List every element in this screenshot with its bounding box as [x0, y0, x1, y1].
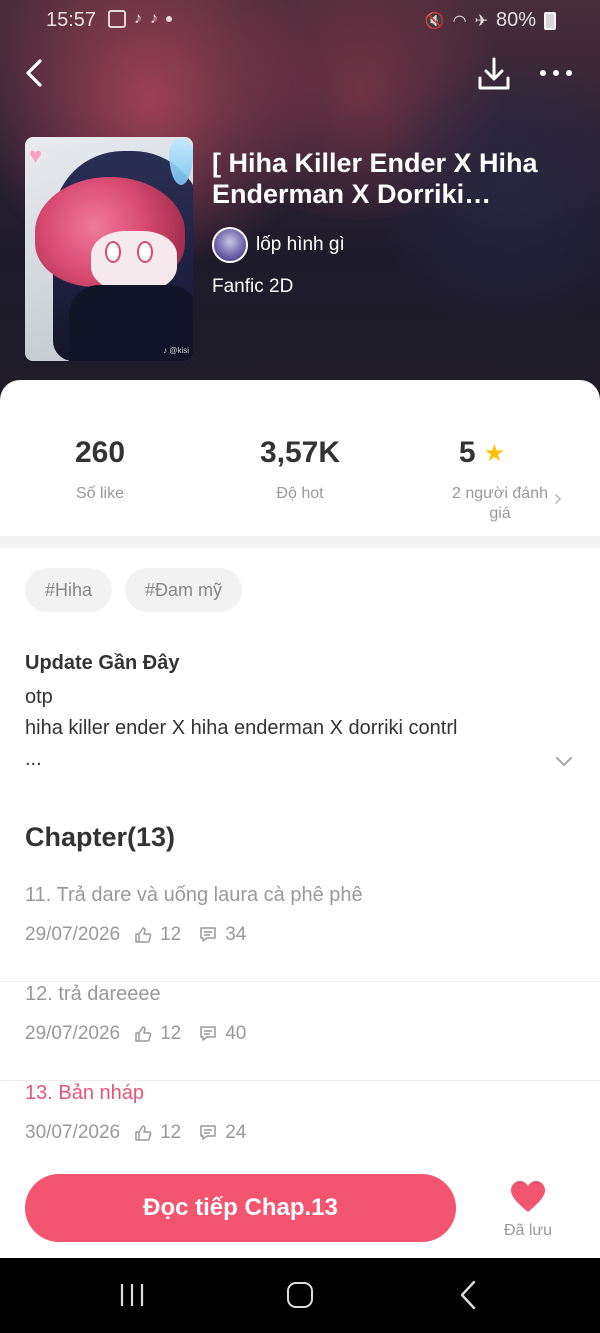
back-arrow-icon[interactable] — [20, 58, 50, 88]
system-status-icons: 🔇 ◠ ✈ 80% — [425, 9, 556, 32]
more-notifications-dot-icon — [166, 16, 172, 22]
status-time: 15:57 — [46, 9, 97, 31]
comment-icon — [200, 927, 216, 942]
chapter-title[interactable]: 11. Trả dare và uống laura cà phê phê — [25, 884, 363, 907]
thumbs-up-icon — [135, 1125, 152, 1141]
tag-chip[interactable]: #Hiha — [25, 568, 113, 612]
heart-icon: ♥ — [29, 143, 43, 168]
description-line: ... — [25, 748, 42, 770]
chapter-title[interactable]: 12. trả dareeee — [25, 983, 161, 1006]
chapter-likes: 12 — [160, 1122, 182, 1143]
rating-value: 5 — [458, 436, 476, 469]
more-options-icon[interactable] — [536, 60, 576, 86]
system-navigation-bar — [0, 1258, 600, 1333]
mute-icon: 🔇 — [424, 12, 445, 30]
description-line: hiha killer ender X hiha enderman X dorr… — [25, 717, 458, 739]
battery-icon — [544, 11, 556, 30]
chapter-likes: 12 — [160, 1023, 182, 1044]
chapter-comments: 34 — [225, 924, 247, 945]
chapter-date: 29/07/2026 — [25, 924, 121, 945]
story-genre: Fanfic 2D — [212, 276, 294, 297]
author-row[interactable]: lốp hình gì — [212, 227, 345, 263]
author-avatar[interactable] — [212, 227, 248, 263]
hot-label: Độ hot — [276, 485, 324, 502]
story-detail-card: 260 Số like 3,57K Độ hot 5 ★ 2 người đánh… — [0, 380, 600, 1260]
heart-icon[interactable] — [510, 1180, 546, 1214]
author-name[interactable]: lốp hình gì — [256, 234, 345, 256]
chapter-date: 30/07/2026 — [25, 1122, 121, 1143]
stats-row: 260 Số like 3,57K Độ hot 5 ★ 2 người đánh… — [0, 380, 600, 536]
continue-reading-button[interactable]: Đọc tiếp Chap.13 — [25, 1174, 456, 1242]
hot-count: 3,57K — [259, 436, 341, 469]
description-line: otp — [25, 686, 53, 708]
chapter-item[interactable]: 11. Trả dare và uống laura cà phê phê 29… — [0, 884, 600, 982]
tiktok-icon: ♪ — [150, 10, 158, 27]
tiktok-icon: ♪ — [134, 10, 142, 27]
chevron-right-icon[interactable] — [552, 492, 564, 506]
battery-percentage: 80% — [495, 9, 536, 31]
stat-rating[interactable]: 5 ★ — [382, 436, 582, 470]
wifi-icon: ◠ — [452, 12, 467, 30]
home-icon[interactable] — [287, 1282, 313, 1308]
likes-label: Số like — [75, 485, 125, 502]
watermark: ♪ @kisi — [163, 346, 189, 355]
saved-label[interactable]: Đã lưu — [492, 1222, 564, 1240]
thumbs-up-icon — [135, 1026, 152, 1042]
chapter-date: 29/07/2026 — [25, 1023, 121, 1044]
stat-likes: 260 Số like — [0, 436, 200, 504]
section-divider — [0, 536, 600, 548]
rating-label[interactable]: 2 người đánh giá — [448, 484, 552, 524]
system-back-icon[interactable] — [458, 1280, 478, 1310]
tag-chip[interactable]: #Đam mỹ — [125, 568, 243, 612]
chapter-list-heading: Chapter(13) — [25, 822, 176, 852]
status-bar: 15:57 ♪ ♪ 🔇 ◠ ✈ 80% — [0, 0, 600, 44]
story-header-background: 15:57 ♪ ♪ 🔇 ◠ ✈ 80% ♥ ♪ @kisi [Hiha Kil… — [0, 0, 600, 420]
chapter-comments: 24 — [225, 1122, 247, 1143]
story-title: [ Hiha Killer Ender X Hiha Enderman X Do… — [212, 148, 538, 209]
chapter-comments: 40 — [225, 1023, 247, 1044]
comment-icon — [200, 1026, 216, 1041]
thumbs-up-icon — [135, 927, 152, 943]
gallery-icon — [108, 10, 126, 28]
tag-list: #Hiha #Đam mỹ — [25, 568, 243, 612]
chapter-likes: 12 — [160, 924, 182, 945]
recent-apps-icon[interactable] — [118, 1282, 146, 1308]
chapter-item[interactable]: 12. trả dareeee 29/07/2026 12 40 — [0, 983, 600, 1081]
description-heading: Update Gần Đây — [25, 652, 180, 674]
expand-chevron-down-icon[interactable] — [554, 754, 574, 768]
comment-icon — [200, 1125, 216, 1140]
notification-icons: ♪ ♪ — [108, 10, 172, 28]
likes-count: 260 — [74, 436, 126, 469]
stat-hot: 3,57K Độ hot — [200, 436, 400, 504]
chapter-title[interactable]: 13. Bản nháp — [25, 1082, 144, 1105]
star-icon: ★ — [483, 439, 506, 467]
story-cover-image: ♥ ♪ @kisi — [25, 137, 193, 361]
bottom-action-bar: Đọc tiếp Chap.13 Đã lưu — [0, 1158, 600, 1258]
download-icon[interactable] — [476, 56, 512, 92]
airplane-icon: ✈ — [474, 12, 488, 30]
